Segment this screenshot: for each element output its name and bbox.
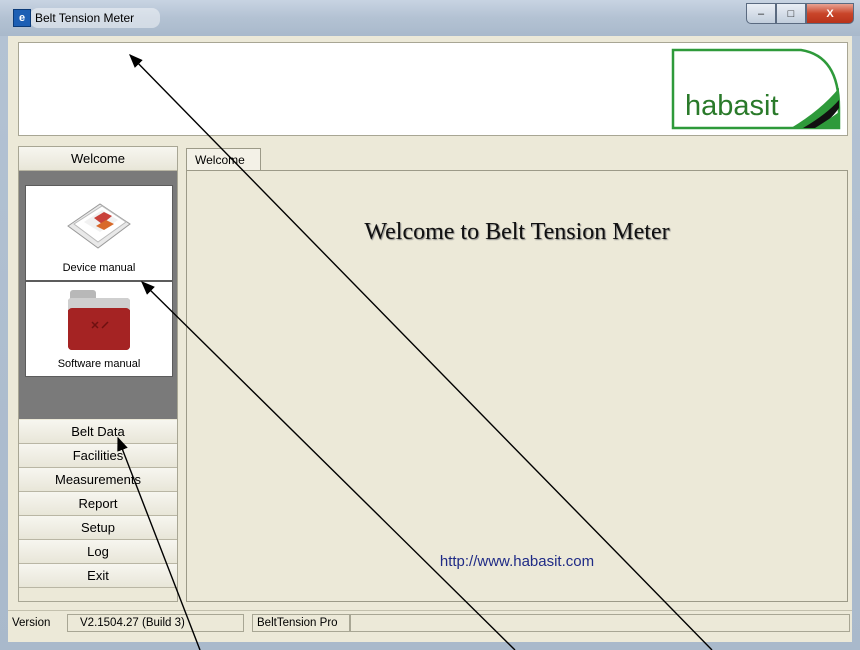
product-box: BeltTension Pro xyxy=(252,614,350,632)
status-empty-box xyxy=(350,614,850,632)
logo-text: habasit xyxy=(685,90,779,122)
product-value: BeltTension Pro xyxy=(257,617,338,629)
nav-log[interactable]: Log xyxy=(19,540,177,564)
nav-report[interactable]: Report xyxy=(19,492,177,516)
nav-facilities[interactable]: Facilities xyxy=(19,444,177,468)
window-frame-left xyxy=(0,36,8,650)
status-bar: Version V2.1504.27 (Build 3) BeltTension… xyxy=(8,610,852,635)
habasit-logo: habasit xyxy=(671,48,841,130)
minimize-button[interactable]: – xyxy=(746,3,776,24)
nav-setup[interactable]: Setup xyxy=(19,516,177,540)
software-manual-tile[interactable]: Software manual xyxy=(25,281,173,377)
welcome-heading: Welcome to Belt Tension Meter xyxy=(364,219,670,245)
window-frame-bottom xyxy=(0,642,860,650)
window-controls: – □ X xyxy=(746,3,854,24)
welcome-panel: Welcome to Belt Tension Meter http://www… xyxy=(186,170,848,602)
habasit-link[interactable]: http://www.habasit.com xyxy=(187,553,847,570)
document-panel: Device manual Software manual xyxy=(19,171,177,419)
close-button[interactable]: X xyxy=(806,3,854,24)
device-manual-icon xyxy=(67,203,131,249)
client-area: habasit Welcome Device manual Software m… xyxy=(8,36,852,642)
nav-measurements[interactable]: Measurements xyxy=(19,468,177,492)
window-title: Belt Tension Meter xyxy=(35,11,135,25)
device-manual-tile[interactable]: Device manual xyxy=(25,185,173,281)
version-box: V2.1504.27 (Build 3) xyxy=(67,614,244,632)
app-icon[interactable]: e xyxy=(13,9,31,27)
left-navigation: Welcome Device manual Software manual Be… xyxy=(18,146,178,602)
device-manual-label: Device manual xyxy=(62,262,136,274)
header-banner: habasit xyxy=(18,42,848,136)
window-frame-right xyxy=(852,36,860,650)
nav-welcome[interactable]: Welcome xyxy=(19,147,177,171)
nav-exit[interactable]: Exit xyxy=(19,564,177,588)
nav-belt-data[interactable]: Belt Data xyxy=(19,420,177,444)
version-label: Version xyxy=(12,617,51,629)
title-bar[interactable]: e Belt Tension Meter – □ X xyxy=(0,0,860,36)
version-value: V2.1504.27 (Build 3) xyxy=(80,617,185,629)
software-manual-label: Software manual xyxy=(57,358,141,370)
tab-welcome[interactable]: Welcome xyxy=(186,148,261,170)
maximize-button[interactable]: □ xyxy=(776,3,806,24)
app-window: e Belt Tension Meter – □ X habasit Welco… xyxy=(0,0,860,650)
software-manual-icon xyxy=(68,290,130,350)
